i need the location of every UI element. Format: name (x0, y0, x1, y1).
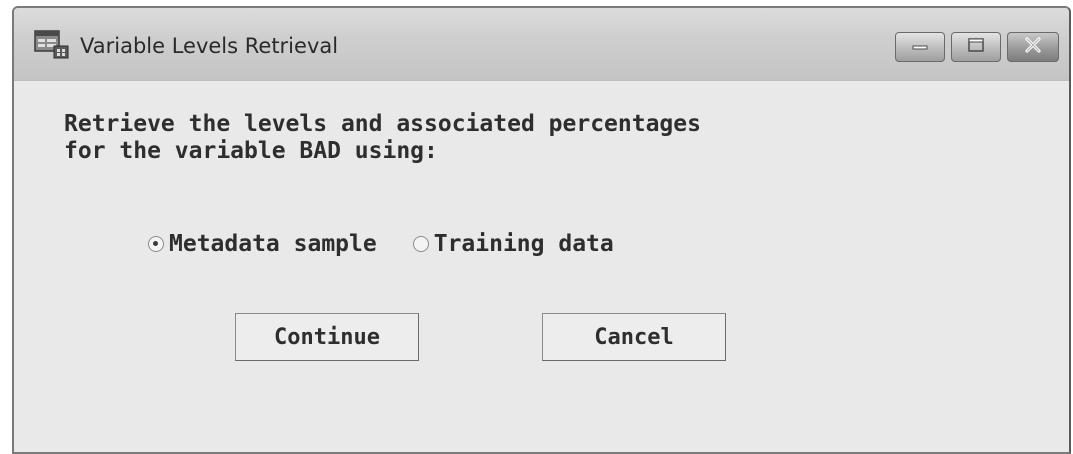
minimize-icon (910, 38, 930, 57)
app-icon (34, 30, 70, 60)
prompt-line-2: for the variable BAD using: (64, 138, 438, 164)
title-bar[interactable]: Variable Levels Retrieval (14, 8, 1069, 80)
window-title: Variable Levels Retrieval (80, 34, 339, 58)
radio-unselected-icon[interactable] (412, 236, 429, 252)
radio-label-training-data[interactable]: Training data (434, 231, 614, 257)
maximize-icon (966, 37, 986, 58)
window-controls (895, 32, 1059, 62)
maximize-button[interactable] (951, 32, 1001, 62)
radio-metadata-sample[interactable]: Metadata sample (148, 231, 377, 257)
close-icon (1022, 36, 1044, 59)
continue-button[interactable]: Continue (235, 313, 419, 361)
data-source-radio-group: Metadata sample Training data (148, 231, 614, 257)
dialog-body: Retrieve the levels and associated perce… (14, 80, 1069, 452)
close-button[interactable] (1007, 32, 1059, 62)
prompt-line-1: Retrieve the levels and associated perce… (64, 111, 701, 137)
prompt-text: Retrieve the levels and associated perce… (64, 111, 701, 165)
minimize-button[interactable] (895, 32, 945, 62)
radio-training-data[interactable]: Training data (412, 231, 614, 257)
cancel-button[interactable]: Cancel (542, 313, 726, 361)
radio-selected-icon[interactable] (148, 236, 164, 252)
radio-label-metadata-sample[interactable]: Metadata sample (169, 231, 377, 257)
dialog-window: Variable Levels Retrieval Retrieve the l… (12, 6, 1071, 454)
